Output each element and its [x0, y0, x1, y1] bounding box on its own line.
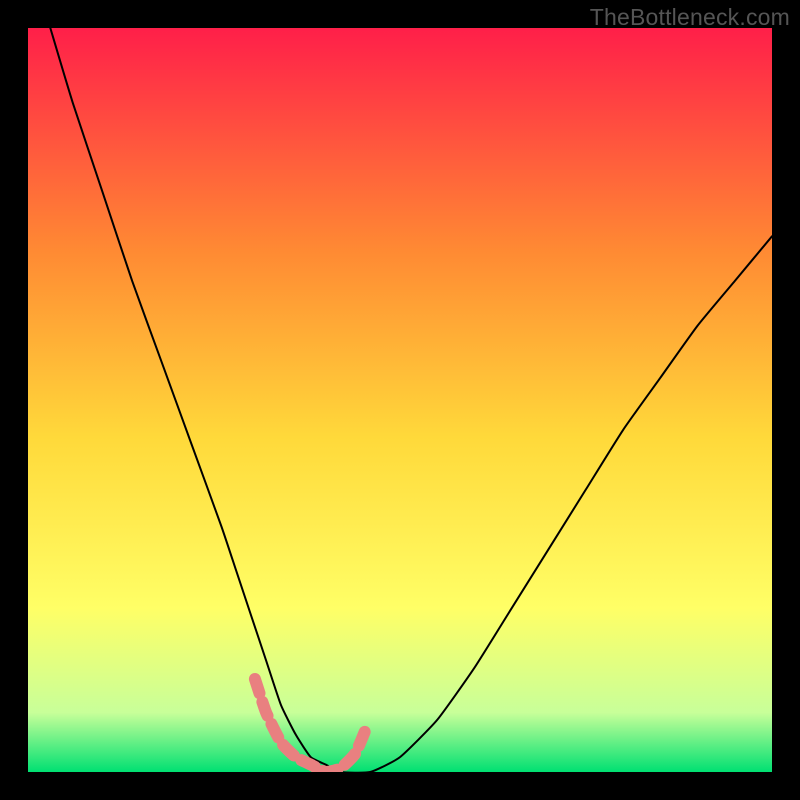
bottleneck-chart — [28, 28, 772, 772]
chart-frame: TheBottleneck.com — [0, 0, 800, 800]
gradient-bg — [28, 28, 772, 772]
watermark-text: TheBottleneck.com — [590, 4, 790, 31]
